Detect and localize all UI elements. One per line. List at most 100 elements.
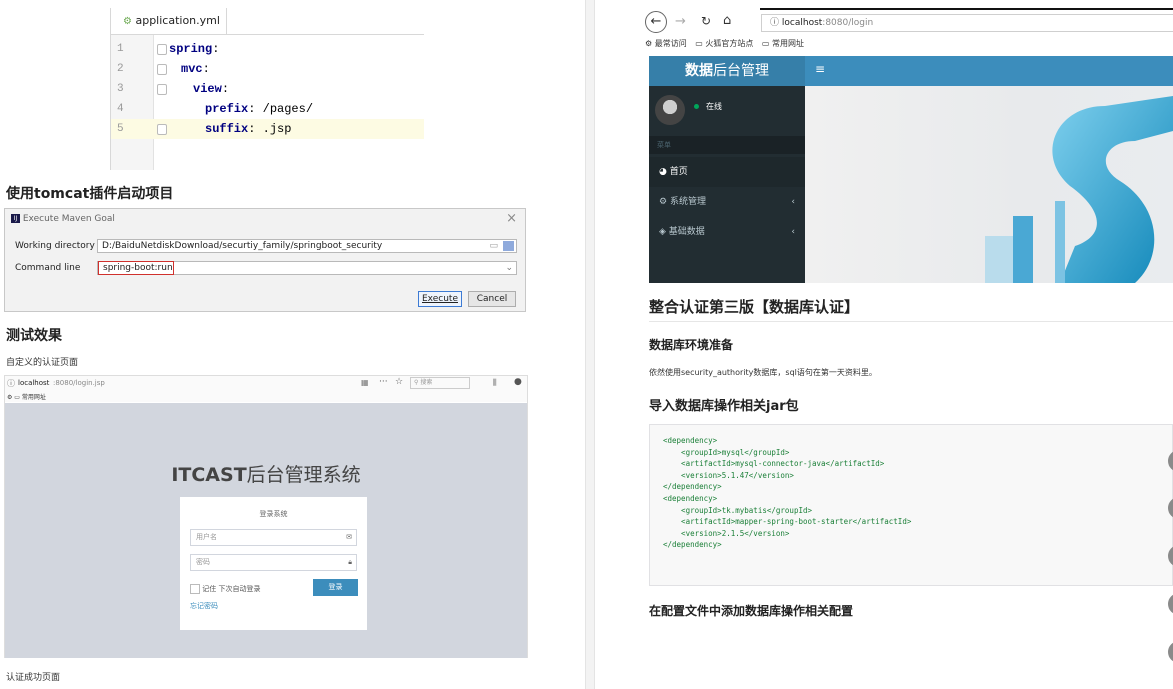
folder-icon: ▭ xyxy=(695,39,703,48)
line-number: 4 xyxy=(117,103,124,115)
code-line[interactable]: 1 spring: xyxy=(111,39,424,59)
heading-jar: 导入数据库操作相关jar包 xyxy=(649,399,799,414)
dashboard-icon: ◕ xyxy=(659,167,667,177)
password-input[interactable]: 密码 🔒︎ xyxy=(190,554,357,571)
qr-icon[interactable]: ▦ xyxy=(361,378,369,387)
code-line: <dependency> xyxy=(663,436,718,445)
yaml-file-icon: ⚙ xyxy=(123,16,132,27)
remember-checkbox[interactable] xyxy=(190,584,200,594)
sidebar-item-home[interactable]: ◕ 首页 xyxy=(649,157,805,187)
working-directory-label: Working directory xyxy=(15,241,95,251)
library-icon[interactable]: ⫼ xyxy=(493,378,497,388)
login-page-body: ITCAST后台管理系统 登录系统 用户名 ✉ 密码 🔒︎ 记住 下次自动登录 … xyxy=(5,403,527,658)
admin-address-bar[interactable]: ⓘ localhost:8080/login xyxy=(761,14,1173,32)
admin-content-background xyxy=(805,86,1173,283)
maven-goal-dialog: IJ Execute Maven Goal × Working director… xyxy=(4,208,526,312)
admin-bookmarks-bar: ⚙ 最常访问 ▭ 火狐官方站点 ▭ 常用网址 xyxy=(645,38,1173,52)
close-icon[interactable]: × xyxy=(506,211,517,226)
admin-brand[interactable]: 数据后台管理 xyxy=(649,56,805,86)
code-line: <version>5.1.47</version> xyxy=(663,470,794,480)
login-button[interactable]: 登录 xyxy=(313,579,358,596)
yaml-key: view xyxy=(193,82,222,96)
execute-button[interactable]: Execute xyxy=(418,291,462,307)
bookmark-most-visited[interactable]: 最常访问 xyxy=(655,39,687,48)
login-box: 登录系统 用户名 ✉ 密码 🔒︎ 记住 下次自动登录 登录 忘记密码 xyxy=(180,497,367,630)
intellij-icon: IJ xyxy=(11,214,20,223)
sidebar-item-system[interactable]: ⚙ 系统管理 ‹ xyxy=(649,187,805,217)
forgot-password-link[interactable]: 忘记密码 xyxy=(190,601,218,611)
code-line: <groupId>tk.mybatis</groupId> xyxy=(663,505,813,515)
code-line[interactable]: 4 prefix: /pages/ xyxy=(111,99,424,119)
login-brand: ITCAST后台管理系统 xyxy=(171,464,361,486)
login-browser-screenshot: ⓘ localhost :8080/login.jsp ▦ ··· ☆ ⚲ 搜索… xyxy=(4,375,528,658)
dialog-title: Execute Maven Goal xyxy=(22,214,115,224)
working-directory-input[interactable]: D:/BaiduNetdiskDownload/securtiy_family/… xyxy=(97,239,517,253)
editor-tab-bar: ⚙ application.yml × xyxy=(111,8,424,54)
sidebar-item-basic-data[interactable]: ◈ 基础数据 ‹ xyxy=(649,217,805,247)
code-line[interactable]: 5 suffix: .jsp xyxy=(111,119,424,139)
yaml-key: prefix xyxy=(205,102,249,116)
code-line[interactable]: 3 view: xyxy=(111,79,424,99)
command-line-input[interactable]: spring-boot:run ⌄ xyxy=(97,261,517,275)
line-number: 3 xyxy=(117,83,124,95)
fold-marker-icon[interactable] xyxy=(157,124,167,135)
avatar xyxy=(655,95,685,125)
fold-marker-icon[interactable] xyxy=(157,84,167,95)
bookmark-firefox[interactable]: 火狐官方站点 xyxy=(705,39,753,48)
address-bar: ⓘ localhost :8080/login.jsp ▦ ··· ☆ ⚲ 搜索… xyxy=(5,376,527,393)
bookmarks-bar: ⚙ ▭ 常用网址 xyxy=(5,392,527,402)
yaml-key: spring xyxy=(169,42,213,56)
caption-success-page: 认证成功页面 xyxy=(6,673,61,683)
gear-icon: ⚙ xyxy=(645,39,653,48)
yaml-key: mvc xyxy=(181,62,203,76)
star-icon[interactable]: ☆ xyxy=(395,377,403,387)
fold-marker-icon[interactable] xyxy=(157,44,167,55)
dollar-graphic xyxy=(985,96,1173,283)
chat-icon[interactable]: ● xyxy=(514,377,522,387)
online-status-label: 在线 xyxy=(706,102,722,111)
code-line: </dependency> xyxy=(663,482,722,492)
bookmark-common[interactable]: 常用网址 xyxy=(22,394,46,401)
chevron-down-icon[interactable]: ⌄ xyxy=(505,262,513,274)
cogs-icon: ⚙ xyxy=(659,197,668,207)
more-icon[interactable]: ··· xyxy=(379,377,388,387)
url-host: localhost xyxy=(781,18,823,28)
chevron-left-icon: ‹ xyxy=(791,197,795,207)
admin-panel-screenshot: 数据后台管理 ≡ 在线 菜单 ◕ 首页 ⚙ 系统管理 ‹ ◈ 基础数据 ‹ xyxy=(649,56,1173,283)
lock-icon: 🔒︎ xyxy=(348,558,352,566)
code-line: <dependency> xyxy=(663,494,718,503)
menu-toggle-icon[interactable]: ≡ xyxy=(815,62,825,76)
url-host[interactable]: localhost xyxy=(18,379,49,387)
admin-sidebar: 在线 菜单 ◕ 首页 ⚙ 系统管理 ‹ ◈ 基础数据 ‹ xyxy=(649,86,805,283)
yaml-value: .jsp xyxy=(255,122,292,136)
yaml-value: /pages/ xyxy=(255,102,314,116)
home-icon[interactable]: ⌂ xyxy=(723,13,731,28)
online-status-icon xyxy=(694,104,699,109)
heading-db-auth: 整合认证第三版【数据库认证】 xyxy=(649,298,860,316)
url-path[interactable]: :8080/login.jsp xyxy=(53,379,105,387)
search-input[interactable]: ⚲ 搜索 xyxy=(410,377,470,389)
line-number: 5 xyxy=(117,123,124,135)
admin-header: ≡ xyxy=(805,56,1173,86)
code-line[interactable]: 2 mvc: xyxy=(111,59,424,79)
fold-marker-icon[interactable] xyxy=(157,64,167,75)
yaml-editor: ⚙ application.yml × 1spring:2mvc:3view:4… xyxy=(110,8,424,170)
line-number: 2 xyxy=(117,63,124,75)
yaml-key: suffix xyxy=(205,122,249,136)
editor-tab[interactable]: ⚙ application.yml × xyxy=(119,8,227,54)
forward-icon[interactable]: → xyxy=(675,14,686,29)
envelope-icon: ✉ xyxy=(346,533,352,541)
code-line: <artifactId>mapper-spring-boot-starter</… xyxy=(663,517,912,527)
back-icon[interactable]: ← xyxy=(645,11,667,33)
bookmark-common[interactable]: 常用网址 xyxy=(772,39,804,48)
folder-icon[interactable]: ▭ xyxy=(489,240,498,252)
code-line: </dependency> xyxy=(663,540,722,550)
login-box-title: 登录系统 xyxy=(259,510,288,518)
chevron-left-icon: ‹ xyxy=(791,227,795,237)
username-input[interactable]: 用户名 ✉ xyxy=(190,529,357,546)
heading-test: 测试效果 xyxy=(6,328,62,344)
module-icon[interactable] xyxy=(503,241,514,251)
cancel-button[interactable]: Cancel xyxy=(468,291,516,307)
reload-icon[interactable]: ↻ xyxy=(701,14,711,28)
page-gutter xyxy=(585,0,595,689)
